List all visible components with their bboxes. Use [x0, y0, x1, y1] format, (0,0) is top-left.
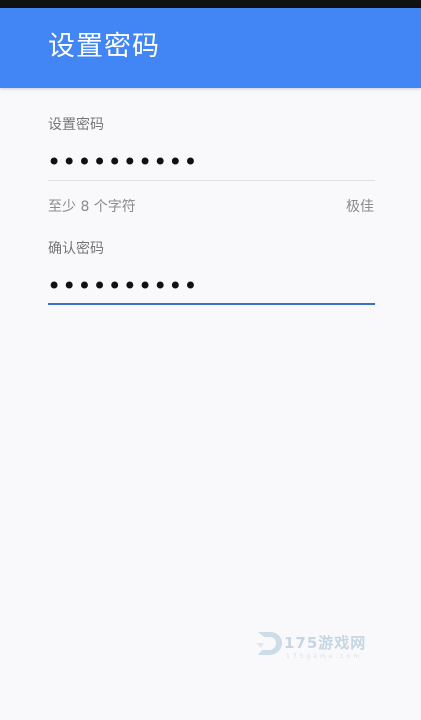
watermark-subtext: 175game.com [286, 653, 363, 660]
app-bar: 设置密码 [0, 8, 421, 88]
set-password-label: 设置密码 [48, 117, 104, 133]
password-strength-indicator: 极佳 [346, 199, 374, 215]
watermark-text: 175游戏网 [284, 634, 367, 652]
confirm-password-input[interactable] [47, 272, 375, 300]
password-requirement-hint: 至少 8 个字符 [48, 199, 136, 215]
page-title: 设置密码 [48, 31, 160, 62]
watermark: 175游戏网 175game.com [254, 628, 376, 664]
set-password-input[interactable] [47, 148, 375, 176]
set-password-underline [48, 180, 375, 181]
watermark-logo-icon [256, 632, 282, 655]
confirm-password-underline [48, 303, 375, 305]
confirm-password-label: 确认密码 [48, 241, 104, 257]
status-bar [0, 0, 421, 8]
